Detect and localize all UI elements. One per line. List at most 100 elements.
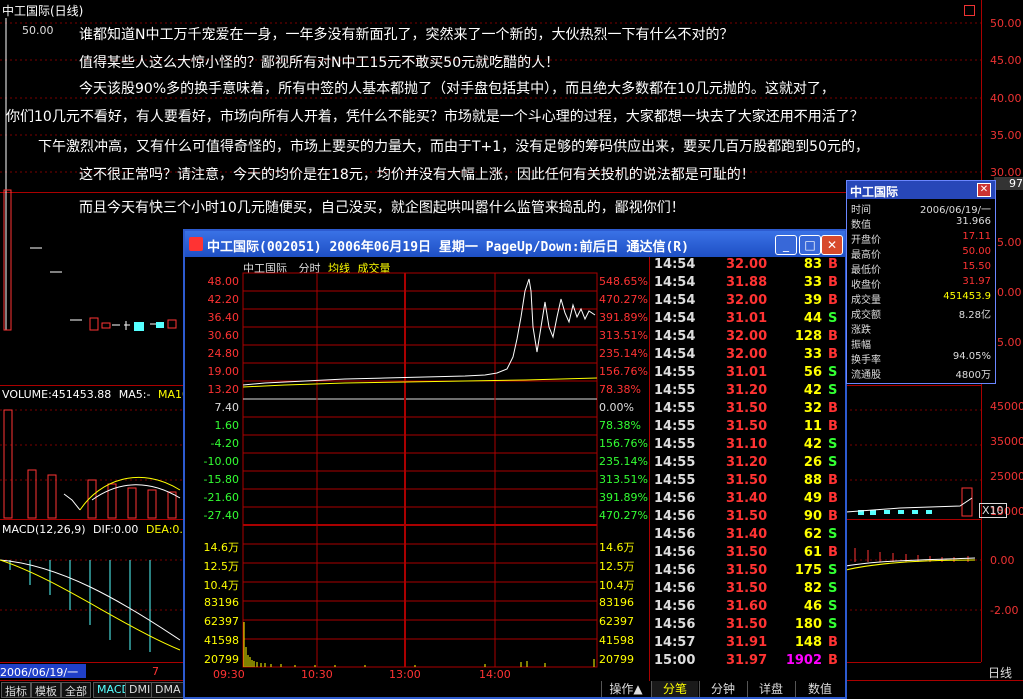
date-box: 2006/06/19/一	[0, 664, 86, 679]
tab-operate[interactable]: 操作▲	[601, 681, 650, 697]
note-line: 下午激烈冲高，又有什么可值得奇怪的，市场上要买的力量大，而由于T+1，没有足够的…	[38, 139, 870, 155]
maximize-button[interactable]: □	[799, 235, 821, 255]
tick-volume: 26	[803, 455, 822, 470]
tab-dmi[interactable]: DMI	[125, 682, 155, 698]
ma5-value: MA5:-	[118, 388, 151, 401]
tick-price: 31.50	[726, 545, 768, 560]
axis-label: 35.00	[990, 129, 1022, 142]
tick-time: 14:55	[654, 383, 696, 398]
tick-time: 14:55	[654, 455, 696, 470]
info-key: 最低价	[851, 265, 881, 276]
close-button[interactable]: ✕	[821, 235, 843, 255]
tick-price: 31.50	[726, 419, 768, 434]
tick-time: 14:56	[654, 563, 696, 578]
tick-time: 14:55	[654, 419, 696, 434]
tick-row: 14:54 32.00 39 B	[650, 293, 844, 311]
axis-label: 50.00	[990, 17, 1022, 30]
period-label[interactable]: 日线	[988, 664, 1012, 681]
tick-side: B	[828, 293, 838, 308]
tick-side: S	[828, 527, 838, 542]
tick-time: 14:55	[654, 365, 696, 380]
tick-time: 14:57	[654, 635, 696, 650]
vol-axis-label: 41598	[204, 634, 239, 647]
tick-volume: 82	[803, 581, 822, 596]
info-row: 流通股 4800万	[847, 366, 995, 381]
pct-axis-label: 313.51%	[599, 473, 648, 486]
tick-row: 14:54 31.88 33 B	[650, 275, 844, 293]
info-value: 4800万	[955, 370, 991, 381]
tick-row: 14:55 31.20 26 S	[650, 455, 844, 473]
info-key: 涨跌	[851, 325, 871, 336]
info-row: 最低价 15.50	[847, 261, 995, 276]
minimize-button[interactable]: _	[775, 235, 797, 255]
tab-dma[interactable]: DMA	[151, 682, 185, 698]
tab-indicator[interactable]: 指标	[1, 682, 31, 698]
vol-axis-label: 12.5万	[599, 560, 635, 573]
vol-axis-label: 41598	[599, 634, 634, 647]
vol-axis-label: 10.4万	[599, 579, 635, 592]
tick-time: 14:56	[654, 617, 696, 632]
note-line: 而且今天有快三个小时10几元随便买，自己没买，就企图起哄叫嚣什么监管来捣乱的，鄙…	[79, 200, 685, 216]
tick-time: 14:54	[654, 275, 696, 290]
tick-side: S	[828, 563, 838, 578]
tick-list[interactable]: 14:54 32.00 83 B 14:54 31.88 33 B 14:54 32.00 39 B 1…	[649, 257, 844, 681]
axis-label: 35000	[990, 435, 1023, 448]
tick-price: 31.40	[726, 491, 768, 506]
tick-row: 14:56 31.40 62 S	[650, 527, 844, 545]
tick-row: 14:55 31.20 42 S	[650, 383, 844, 401]
tab-template[interactable]: 模板	[31, 682, 61, 698]
tab-values[interactable]: 数值	[795, 681, 844, 697]
tick-side: B	[828, 257, 838, 272]
tick-volume: 62	[803, 527, 822, 542]
note-line: 今天该股90%多的换手意味着，所有中签的人基本都抛了（对手盘包括其中），而且绝大…	[79, 81, 835, 97]
price-axis-label: -15.80	[203, 473, 239, 486]
info-row: 换手率 94.05%	[847, 351, 995, 366]
info-row: 成交量 451453.9	[847, 291, 995, 306]
pct-axis-label: 313.51%	[599, 329, 648, 342]
tick-volume: 90	[803, 509, 822, 524]
tick-side: B	[828, 509, 838, 524]
time-axis-label: 10:30	[301, 668, 333, 681]
tick-time: 14:54	[654, 347, 696, 362]
tick-row: 14:54 31.01 44 S	[650, 311, 844, 329]
pct-axis-label: 78.38%	[599, 383, 641, 396]
price-axis-label: 30.60	[207, 329, 240, 342]
tick-time: 14:56	[654, 491, 696, 506]
tab-ticks[interactable]: 分笔	[651, 681, 698, 697]
tick-row: 14:54 32.00 33 B	[650, 347, 844, 365]
window-titlebar[interactable]: 中工国际(002051) 2006年06月19日 星期一 PageUp/Down…	[185, 231, 845, 257]
vol-axis-label: 83196	[599, 596, 634, 609]
tick-volume: 180	[794, 617, 822, 632]
note-line: 这不很正常吗？请注意，今天的均价是在18元，均价并没有大幅上涨，因此任何有关投机…	[79, 167, 755, 183]
tab-detail[interactable]: 详盘	[747, 681, 794, 697]
tick-row: 14:54 32.00 128 B	[650, 329, 844, 347]
info-value: 31.966	[956, 216, 991, 227]
info-row: 振幅	[847, 336, 995, 351]
info-value: 50.00	[962, 246, 991, 257]
volume-value: VOLUME:451453.88	[2, 388, 112, 401]
info-key: 振幅	[851, 340, 871, 351]
close-icon[interactable]: ✕	[977, 183, 991, 197]
info-row: 收盘价 31.97	[847, 276, 995, 291]
info-key: 成交额	[851, 310, 881, 321]
volume-indicator-label: VOLUME:451453.88 MA5:- MA10	[2, 388, 189, 401]
tick-row: 14:56 31.40 49 B	[650, 491, 844, 509]
info-row: 数值 31.966	[847, 216, 995, 231]
tick-time: 14:56	[654, 509, 696, 524]
tick-side: S	[828, 599, 838, 614]
tick-volume: 32	[803, 401, 822, 416]
price-axis-label: 48.00	[207, 275, 240, 288]
info-panel-titlebar[interactable]: 中工国际 ✕	[847, 181, 995, 199]
tick-time: 14:54	[654, 257, 696, 272]
intraday-window: 中工国际(002051) 2006年06月19日 星期一 PageUp/Down…	[183, 229, 847, 699]
tick-price: 31.01	[726, 365, 768, 380]
tick-row: 14:56 31.50 61 B	[650, 545, 844, 563]
tick-row: 14:56 31.50 180 S	[650, 617, 844, 635]
tab-all[interactable]: 全部	[61, 682, 91, 698]
tick-price: 31.97	[726, 653, 768, 668]
tab-minute[interactable]: 分钟	[699, 681, 746, 697]
axis-label: 25000	[990, 470, 1023, 483]
intraday-chart: 中工国际 分时 均线 成交量 48.00 42.20 36.40 30.60 2…	[185, 257, 649, 681]
pct-axis-label: 548.65%	[599, 275, 648, 288]
pct-axis-label: 78.38%	[599, 419, 641, 432]
